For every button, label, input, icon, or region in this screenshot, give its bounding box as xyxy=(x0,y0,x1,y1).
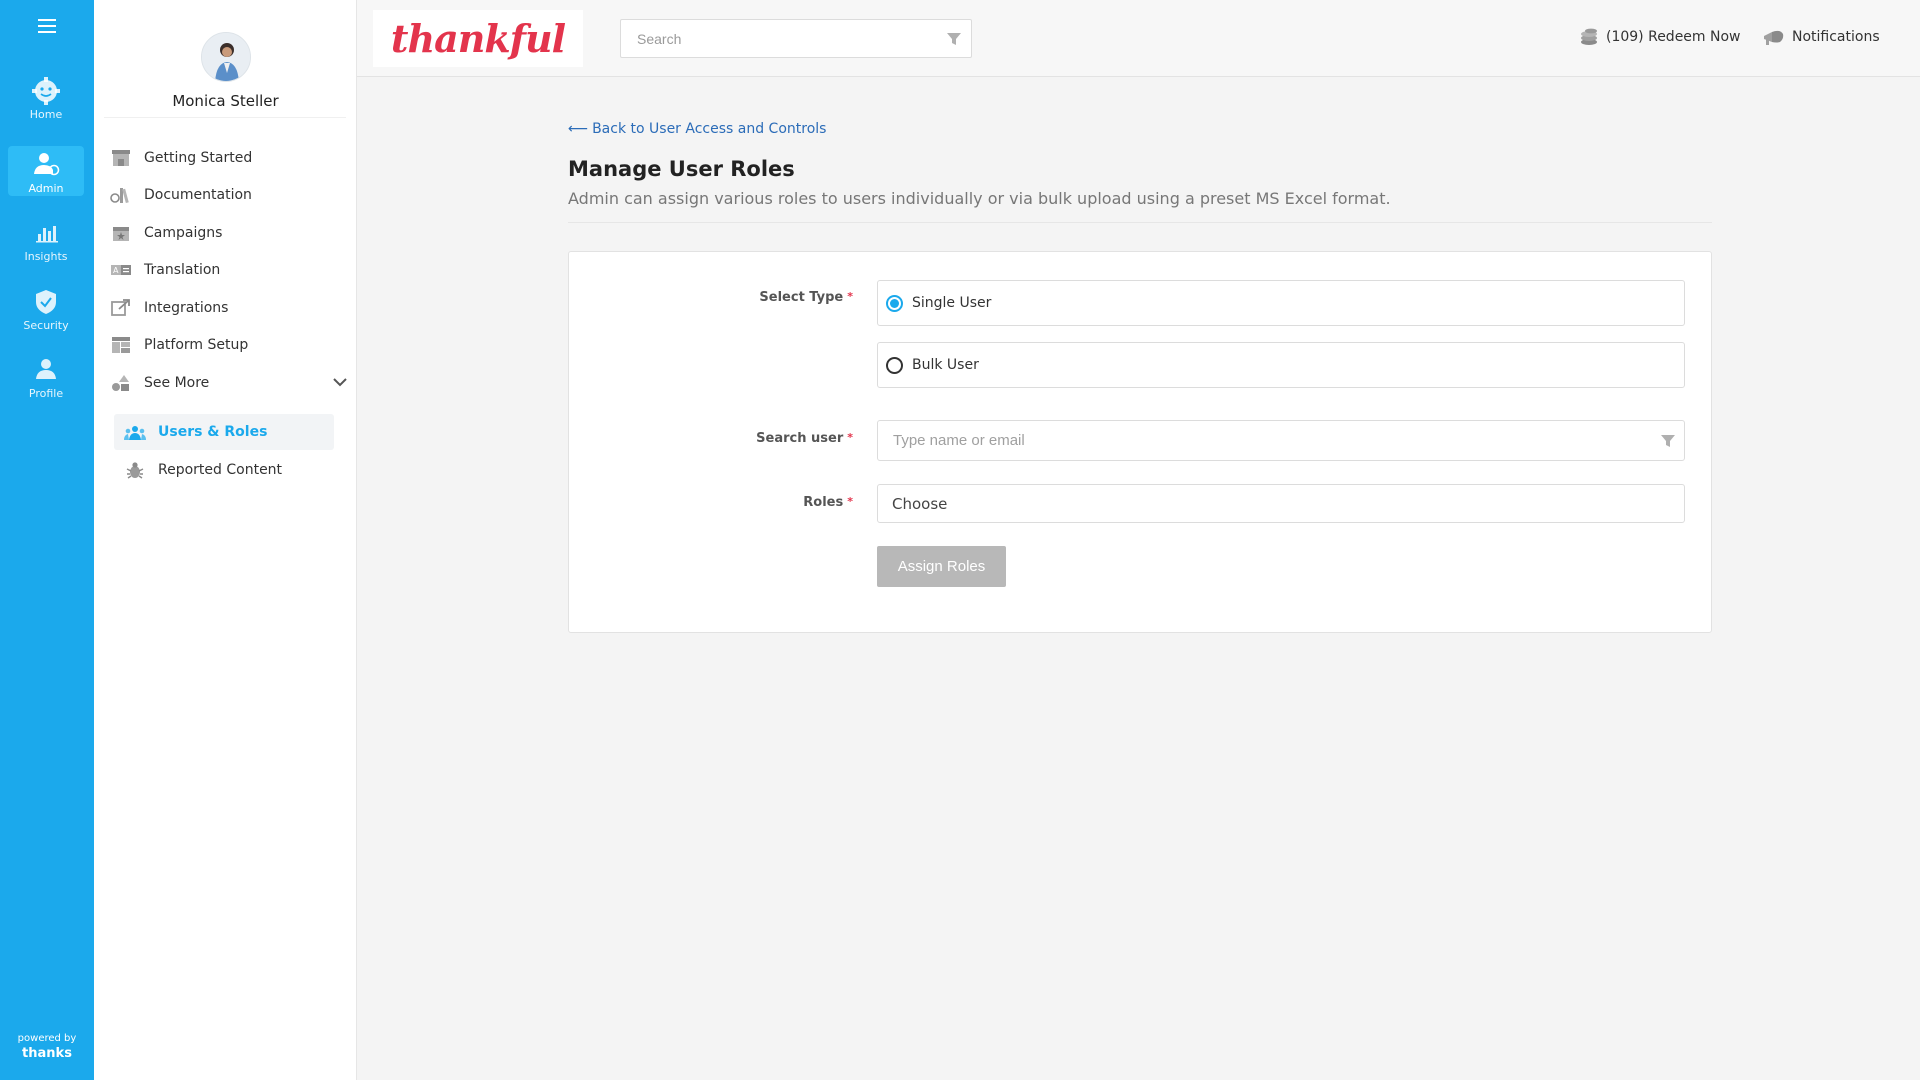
select-type-label: Select Type * xyxy=(617,290,853,305)
megaphone-icon xyxy=(1764,30,1784,45)
rail-label: Profile xyxy=(28,387,64,400)
user-profile[interactable]: Monica Steller xyxy=(94,32,357,110)
filter-icon[interactable] xyxy=(1660,433,1676,449)
calendar-star-icon xyxy=(113,227,129,241)
arrow-left-icon: ⟵ xyxy=(568,121,589,137)
sidebar-item-getting-started[interactable]: Getting Started xyxy=(110,145,340,171)
radio-button[interactable] xyxy=(886,356,903,374)
chevron-down-icon[interactable] xyxy=(330,370,350,396)
coins-icon xyxy=(1581,28,1597,45)
rail-label: Admin xyxy=(28,182,64,195)
sidebar-item-label: Campaigns xyxy=(144,225,223,241)
powered-by-brand: thanks xyxy=(22,1046,72,1061)
powered-by: powered by thanks xyxy=(0,1032,94,1063)
storefront-icon xyxy=(112,150,130,166)
hamburger-menu-icon[interactable] xyxy=(38,19,56,33)
external-link-icon xyxy=(111,299,130,316)
radio-label: Single User xyxy=(912,295,992,311)
sidebar-item-label: Users & Roles xyxy=(158,424,268,440)
gear-icon xyxy=(32,77,60,105)
rail-label: Home xyxy=(29,108,63,121)
search-user-label-text: Search user xyxy=(756,431,844,446)
radio-label: Bulk User xyxy=(912,357,979,373)
sidebar-item-label: Reported Content xyxy=(158,462,283,478)
bar-chart-icon xyxy=(36,226,58,243)
svg-text:A: A xyxy=(113,266,119,275)
search-user-input[interactable] xyxy=(878,421,1638,460)
top-header: thankful (109) Redeem Now Notifications xyxy=(357,0,1920,77)
avatar-image xyxy=(201,33,250,81)
filter-icon[interactable] xyxy=(946,31,962,47)
sidebar-item-label: Translation xyxy=(144,262,221,278)
radio-bulk-user[interactable]: Bulk User xyxy=(877,342,1685,388)
sidebar-item-translation[interactable]: A Translation xyxy=(110,257,340,283)
avatar[interactable] xyxy=(200,32,251,82)
company-logo[interactable]: thankful xyxy=(373,10,583,67)
redeem-button[interactable]: (109) Redeem Now xyxy=(1578,27,1741,47)
sidebar-item-integrations[interactable]: Integrations xyxy=(110,295,340,321)
roles-select[interactable]: Choose xyxy=(877,484,1685,523)
rail-item-home[interactable]: Home xyxy=(8,72,84,122)
app-rail: Home Admin Insights Security Profile pow… xyxy=(0,0,94,1080)
sidebar-item-documentation[interactable]: Documentation xyxy=(110,182,340,208)
sidebar-item-label: Platform Setup xyxy=(144,337,249,353)
sidebar-item-label: Documentation xyxy=(144,187,252,203)
bug-icon xyxy=(126,462,144,479)
sidebar-item-label: Getting Started xyxy=(144,150,253,166)
rail-item-admin[interactable]: Admin xyxy=(8,146,84,196)
required-mark: * xyxy=(847,290,853,303)
sidebar-item-see-more[interactable]: See More xyxy=(110,370,347,396)
select-type-label-text: Select Type xyxy=(759,290,844,305)
radio-button-checked[interactable] xyxy=(886,294,903,312)
admin-sidebar: Monica Steller Getting Started Documenta… xyxy=(94,0,357,1080)
global-search xyxy=(620,19,972,58)
back-link[interactable]: ⟵ Back to User Access and Controls xyxy=(568,121,826,137)
rail-item-insights[interactable]: Insights xyxy=(8,214,84,264)
layout-icon xyxy=(112,337,130,353)
translate-icon: A xyxy=(111,265,131,275)
shapes-icon xyxy=(112,375,129,391)
divider xyxy=(104,117,346,118)
roles-label: Roles * xyxy=(617,495,853,510)
sidebar-item-label: See More xyxy=(144,375,210,391)
sidebar-item-label: Integrations xyxy=(144,300,229,316)
roles-label-text: Roles xyxy=(803,495,844,510)
required-mark: * xyxy=(847,495,853,508)
user-name: Monica Steller xyxy=(172,92,279,110)
users-group-icon xyxy=(124,426,146,440)
page-description: Admin can assign various roles to users … xyxy=(568,189,1391,208)
search-user-label: Search user * xyxy=(617,431,853,446)
rail-label: Security xyxy=(23,319,69,332)
rail-label: Insights xyxy=(24,250,68,263)
logo-text: thankful xyxy=(390,16,566,61)
search-user-field xyxy=(877,420,1685,461)
page-title: Manage User Roles xyxy=(568,157,795,181)
radio-single-user[interactable]: Single User xyxy=(877,280,1685,326)
shield-check-icon xyxy=(36,290,56,314)
person-icon xyxy=(36,359,56,379)
rail-item-profile[interactable]: Profile xyxy=(8,351,84,401)
assign-roles-button[interactable]: Assign Roles xyxy=(877,546,1006,587)
search-input[interactable] xyxy=(621,20,941,57)
manage-roles-form: Select Type * Single User Bulk User Searc… xyxy=(568,251,1712,633)
roles-select-value: Choose xyxy=(892,494,948,513)
sidebar-subitem-reported-content[interactable]: Reported Content xyxy=(114,452,334,488)
notifications-button[interactable]: Notifications xyxy=(1762,27,1880,47)
divider xyxy=(568,222,1712,223)
required-mark: * xyxy=(847,431,853,444)
rail-item-security[interactable]: Security xyxy=(8,283,84,333)
sidebar-item-platform-setup[interactable]: Platform Setup xyxy=(110,332,340,358)
back-link-label: Back to User Access and Controls xyxy=(592,121,827,137)
powered-by-text: powered by xyxy=(17,1033,77,1044)
notifications-label: Notifications xyxy=(1792,29,1880,45)
redeem-label: (109) Redeem Now xyxy=(1606,29,1741,45)
admin-user-icon xyxy=(34,153,60,176)
documents-icon xyxy=(110,188,129,204)
sidebar-subitem-users-roles[interactable]: Users & Roles xyxy=(114,414,334,450)
sidebar-item-campaigns[interactable]: Campaigns xyxy=(110,220,340,246)
